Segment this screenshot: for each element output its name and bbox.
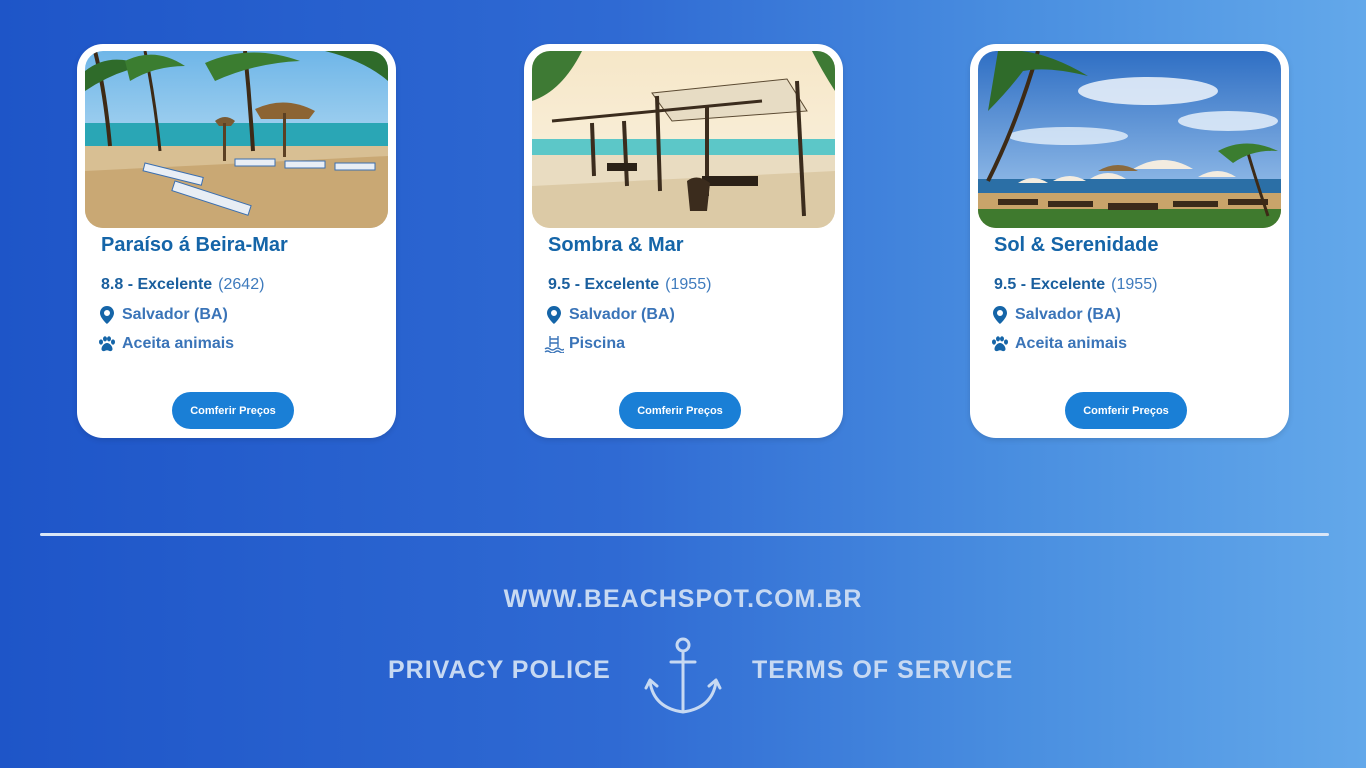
location-pin-icon [544,305,564,325]
hotel-card: Paraíso á Beira-Mar 8.8 - Excelente (2642… [77,44,396,438]
hotel-name[interactable]: Sombra & Mar [548,234,684,257]
location-text: Salvador (BA) [569,306,675,323]
privacy-policy-link[interactable]: PRIVACY POLICE [388,656,611,685]
location-pin-icon [97,305,117,325]
footer-divider [40,533,1329,536]
rating-score: 8.8 - Excelente [101,276,213,293]
review-count: (1955) [665,276,712,293]
amenity-text: Aceita animais [122,335,235,352]
check-prices-button[interactable]: Comferir Preços [619,392,741,429]
hotel-rating: 9.5 - Excelente (1955) [548,276,711,294]
hotel-name[interactable]: Sol & Serenidade [994,234,1159,257]
amenity-text: Aceita animais [1015,335,1128,352]
check-prices-button[interactable]: Comferir Preços [172,392,294,429]
terms-of-service-link[interactable]: TERMS OF SERVICE [752,656,1013,685]
website-link[interactable]: WWW.BEACHSPOT.COM.BR [0,585,1366,614]
location-text: Salvador (BA) [122,306,228,323]
amenity-text: Piscina [569,335,626,352]
hotel-card: Sol & Serenidade 9.5 - Excelente (1955) S… [970,44,1289,438]
hotel-photo[interactable] [532,51,835,228]
hotel-location: Salvador (BA) [990,305,1121,325]
hotel-card: Sombra & Mar 9.5 - Excelente (1955) Salva… [524,44,843,438]
hotel-rating: 9.5 - Excelente (1955) [994,276,1157,294]
rating-score: 9.5 - Excelente [994,276,1106,293]
pool-icon [544,334,564,354]
review-count: (2642) [218,276,265,293]
check-prices-button[interactable]: Comferir Preços [1065,392,1187,429]
anchor-icon [644,636,722,718]
hotel-name[interactable]: Paraíso á Beira-Mar [101,234,288,257]
hotel-location: Salvador (BA) [97,305,228,325]
hotel-photo[interactable] [978,51,1281,228]
location-text: Salvador (BA) [1015,306,1121,323]
paw-icon [990,334,1010,354]
location-pin-icon [990,305,1010,325]
hotel-amenity: Aceita animais [990,334,1127,354]
paw-icon [97,334,117,354]
hotel-photo[interactable] [85,51,388,228]
hotel-amenity: Aceita animais [97,334,234,354]
hotel-amenity: Piscina [544,334,625,354]
review-count: (1955) [1111,276,1158,293]
hotel-rating: 8.8 - Excelente (2642) [101,276,264,294]
rating-score: 9.5 - Excelente [548,276,660,293]
hotel-location: Salvador (BA) [544,305,675,325]
